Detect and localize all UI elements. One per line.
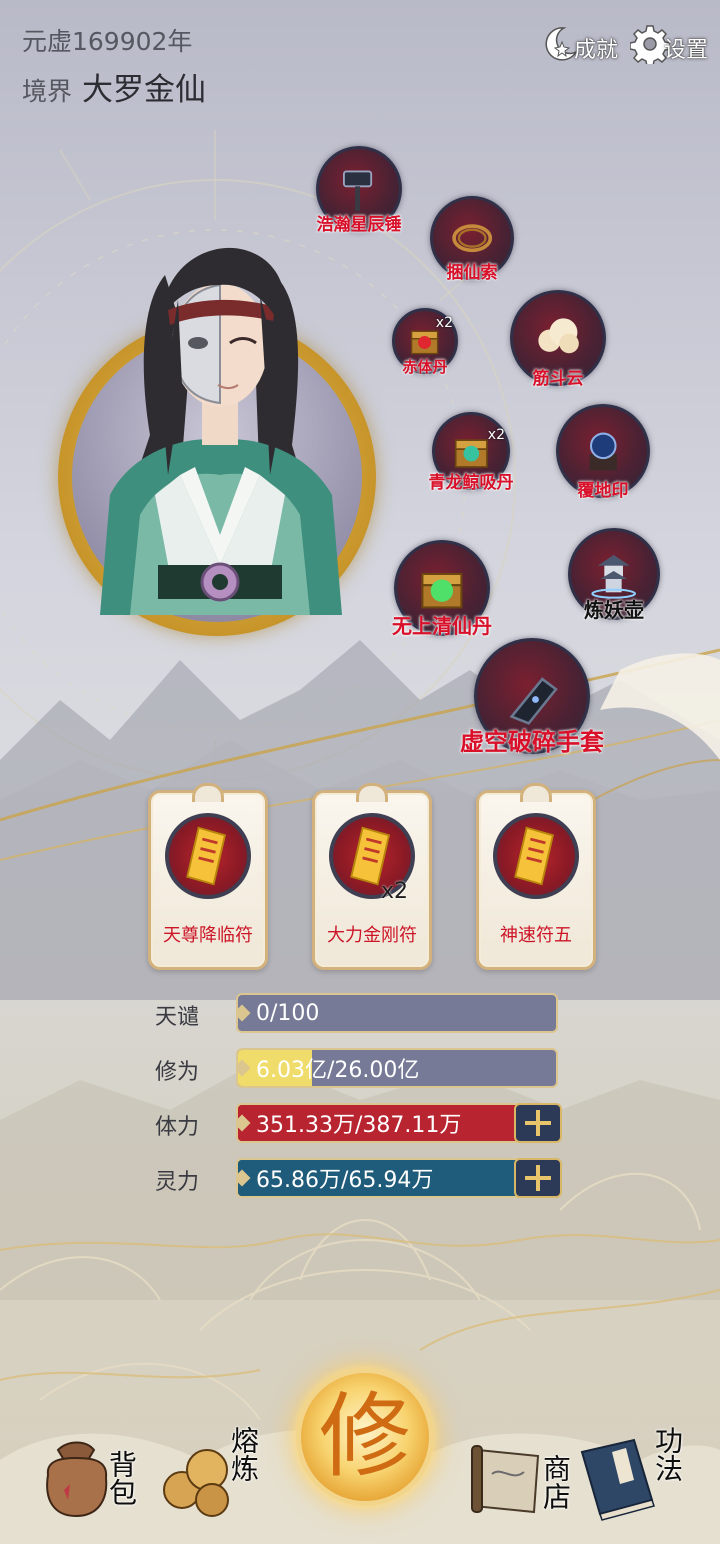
nav-bag[interactable]: 背包 <box>28 1430 148 1525</box>
stat-label-tianqian: 天谴 <box>155 1005 200 1030</box>
green-pill-chest-icon <box>454 439 488 468</box>
equipment-name: 覆地印 <box>577 481 629 501</box>
settings-button[interactable]: 设置 <box>630 8 708 64</box>
talisman-name: 神速符五 <box>500 925 572 946</box>
tianqian-bar: 0/100 <box>236 993 558 1033</box>
nav-skills-label: 功法 <box>651 1426 684 1482</box>
talisman-card[interactable]: 天尊降临符 <box>148 790 268 970</box>
plus-icon <box>525 1110 551 1136</box>
stat-label-tili: 体力 <box>155 1115 200 1140</box>
pagoda-icon <box>591 555 637 599</box>
equipment-cloud[interactable]: 筋斗云 <box>510 290 606 389</box>
equipment-name: 无上清仙丹 <box>392 614 492 638</box>
talisman-medal <box>493 813 579 899</box>
achievements-button[interactable]: 成就 <box>540 8 618 64</box>
talisman-medal <box>165 813 251 899</box>
equipment-name: 筋斗云 <box>532 369 584 389</box>
achievements-label: 成就 <box>574 38 619 63</box>
era-year: 元虚169902年 <box>22 27 193 56</box>
realm-label: 境界 <box>22 77 73 106</box>
equipment-name: 青龙鲸吸丹 <box>428 473 514 493</box>
gauntlet-icon <box>509 677 558 725</box>
talisman-icon <box>514 826 555 886</box>
equipment-green-orb[interactable]: 无上清仙丹 <box>392 540 492 638</box>
nav-shop[interactable]: 商店 <box>468 1430 588 1525</box>
nav-skills[interactable]: 功法 <box>572 1426 702 1525</box>
cultivate-button[interactable]: 修 <box>296 1368 434 1506</box>
nav-smelt[interactable]: 熔炼 <box>152 1426 282 1525</box>
green-orb-chest-icon <box>421 572 463 609</box>
settings-label: 设置 <box>664 38 709 63</box>
equipment-count: x2 <box>487 427 505 443</box>
xiuwei-current: 6.03 <box>256 1058 305 1083</box>
equipment-seal[interactable]: 覆地印 <box>556 404 650 501</box>
talisman-name: 天尊降临符 <box>163 925 253 946</box>
tianqian-value: 0/100 <box>256 1000 320 1026</box>
talisman-card[interactable]: x2 大力金刚符 <box>312 790 432 970</box>
stat-label-lingli: 灵力 <box>155 1170 200 1195</box>
cloud-icon <box>538 318 579 354</box>
seal-icon <box>589 432 617 471</box>
equipment-name: 虚空破碎手套 <box>460 728 604 756</box>
talisman-icon <box>186 826 227 886</box>
equipment-pagoda[interactable]: 炼妖壶 <box>568 528 660 622</box>
xiuwei-value: 6.03亿/26.00亿 <box>238 1052 419 1084</box>
realm-name: 大罗金仙 <box>82 72 206 108</box>
rope-icon <box>452 224 492 252</box>
tili-value: 351.33万/387.11万 <box>256 1113 462 1138</box>
equipment-name: 浩瀚星辰锤 <box>316 215 402 235</box>
character-avatar <box>100 247 342 615</box>
lingli-bar: 65.86万/65.94万 <box>236 1158 558 1198</box>
equipment-name: 捆仙索 <box>446 263 498 283</box>
hammer-icon <box>343 170 373 212</box>
talisman-name: 大力金刚符 <box>327 925 417 946</box>
equipment-gauntlet[interactable]: 虚空破碎手套 <box>460 638 604 756</box>
add-lingli-button[interactable] <box>514 1158 562 1198</box>
nav-smelt-label: 熔炼 <box>227 1426 260 1482</box>
plus-icon <box>525 1165 551 1191</box>
equipment-count: x2 <box>435 315 453 331</box>
equipment-hammer[interactable]: 浩瀚星辰锤 <box>316 146 402 235</box>
add-tili-button[interactable] <box>514 1103 562 1143</box>
equipment-red-pill[interactable]: x2 赤体丹 <box>392 308 458 376</box>
equipment-green-pill[interactable]: x2 青龙鲸吸丹 <box>429 412 514 493</box>
talisman-card[interactable]: 神速符五 <box>476 790 596 970</box>
xiuwei-bar: 6.03亿/26.00亿 <box>236 1048 558 1088</box>
nav-shop-label: 商店 <box>539 1454 572 1510</box>
equipment-name: 赤体丹 <box>402 358 448 376</box>
talisman-count: x2 <box>381 879 409 904</box>
nav-bag-label: 背包 <box>105 1450 138 1506</box>
lingli-value: 65.86万/65.94万 <box>256 1168 434 1193</box>
stat-label-xiuwei: 修为 <box>155 1060 200 1085</box>
xiuwei-rest: 亿/26.00亿 <box>304 1058 420 1083</box>
tili-bar: 351.33万/387.11万 <box>236 1103 558 1143</box>
equipment-name: 炼妖壶 <box>584 598 644 622</box>
equipment-rope[interactable]: 捆仙索 <box>430 196 514 283</box>
